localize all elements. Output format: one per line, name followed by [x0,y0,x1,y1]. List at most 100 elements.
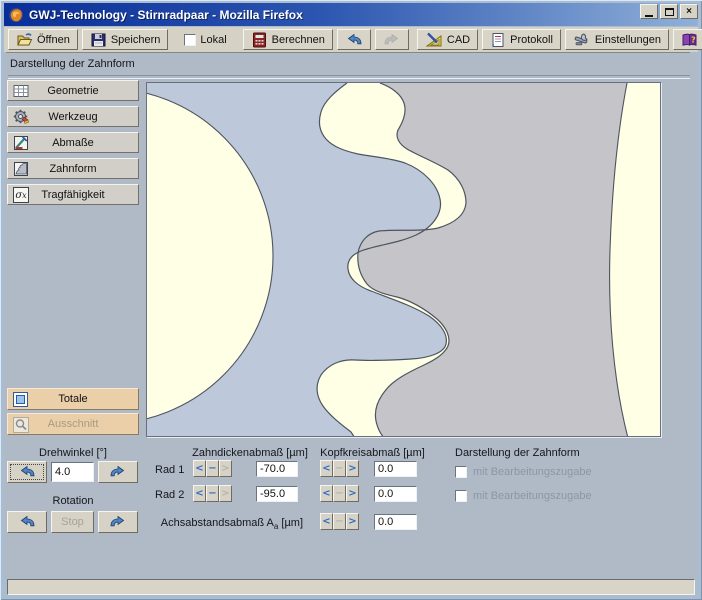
display-options-header: Darstellung der Zahnform [455,447,580,459]
decrement-button[interactable]: < [320,485,333,502]
local-label: Lokal [200,34,226,46]
rad1-thickness-input[interactable] [256,461,298,477]
status-bar [7,579,695,595]
rotation-stop-button[interactable]: Stop [51,511,94,533]
drehwinkel-input[interactable] [51,462,94,482]
increment-button[interactable]: > [219,460,232,477]
zahndicken-header: Zahndickenabmaß [µm] [170,447,330,459]
rad2-thickness-input[interactable] [256,486,298,502]
sidebar-label: Werkzeug [48,111,97,123]
decrement-button[interactable]: < [320,513,333,530]
reset-button[interactable]: − [333,485,346,502]
rad1-tip-input[interactable] [374,461,417,477]
rad1-tip-spinner: < − > [320,460,359,477]
minimize-button[interactable] [640,4,658,19]
save-button[interactable]: Speichern [82,29,169,50]
rad1-thickness-spinner: < − > [193,460,232,477]
open-button[interactable]: Öffnen [8,29,78,50]
undo-icon [345,33,363,47]
option1-checkbox[interactable] [455,466,467,478]
rotate-ccw-icon [18,465,36,479]
gear-mesh-drawing [147,83,660,436]
reset-button[interactable]: − [206,485,219,502]
window-controls: × [640,4,698,19]
reset-button[interactable]: − [333,513,346,530]
option2-label: mit Bearbeitungszugabe [473,490,592,502]
rotate-cw-step-button[interactable] [98,461,138,483]
magnifier-icon [13,417,29,433]
decrement-button[interactable]: < [193,485,206,502]
ausschnitt-button[interactable]: Ausschnitt [7,413,139,435]
calculator-icon [251,32,268,48]
increment-button[interactable]: > [346,460,359,477]
rotate-ccw-step-button[interactable] [7,461,47,483]
rad1-label: Rad 1 [155,464,184,476]
gear-mesh-canvas[interactable] [146,82,661,437]
totale-label: Totale [58,393,87,405]
rotation-ccw-icon [18,515,36,529]
sidebar-item-abmasse[interactable]: Abmaße [7,132,139,153]
settings-button[interactable]: Einstellungen [565,29,669,50]
calculate-button[interactable]: Berechnen [243,29,333,50]
save-floppy-icon [90,32,107,48]
window-title: GWJ-Technology - Stirnradpaar - Mozilla … [29,8,303,22]
svg-text:?: ? [691,35,696,44]
totale-button[interactable]: Totale [7,388,139,410]
sidebar-item-geometrie[interactable]: Geometrie [7,80,139,101]
rad2-tip-input[interactable] [374,486,417,502]
measure-drawing-icon [13,135,29,151]
sidebar-label: Abmaße [52,137,94,149]
option1-label: mit Bearbeitungszugabe [473,466,592,478]
achsabstand-label: Achsabstandsabmaß Aa [µm] [160,517,303,531]
reset-button[interactable]: − [206,460,219,477]
option2-row: mit Bearbeitungszugabe [455,490,592,502]
rotation-label: Rotation [7,495,139,507]
main-toolbar: Öffnen Speichern Lokal Berechnen [4,27,698,52]
protocol-document-icon [490,32,506,48]
open-label: Öffnen [37,34,70,46]
totale-icon [13,392,28,407]
local-checkbox[interactable] [184,34,196,46]
increment-button[interactable]: > [346,485,359,502]
protocol-button[interactable]: Protokoll [482,29,561,50]
sidebar-label: Zahnform [49,163,96,175]
sidebar-label: Geometrie [47,85,98,97]
increment-button[interactable]: > [346,513,359,530]
rotation-cw-icon [109,515,127,529]
minimize-icon [645,15,653,17]
gear2-shape [358,83,628,436]
rotation-cw-button[interactable] [98,511,138,533]
sidebar-item-werkzeug[interactable]: Werkzeug [7,106,139,127]
sidebar-label: Tragfähigkeit [41,189,104,201]
achsabstand-input[interactable] [374,514,417,530]
close-icon: × [686,6,692,17]
tool-gear-icon [13,109,29,125]
option1-row: mit Bearbeitungszugabe [455,466,592,478]
firefox-icon [8,7,24,23]
rotation-ccw-button[interactable] [7,511,47,533]
page-title: Darstellung der Zahnform [10,58,135,70]
achsabstand-spinner: < − > [320,513,359,530]
decrement-button[interactable]: < [193,460,206,477]
reset-button[interactable]: − [333,460,346,477]
rad2-label: Rad 2 [155,489,184,501]
cad-button[interactable]: CAD [417,29,478,50]
close-button[interactable]: × [680,4,698,19]
undo-button[interactable] [337,29,371,50]
save-label: Speichern [111,34,161,46]
sidebar-item-tragfaehigkeit[interactable]: σx Tragfähigkeit [7,184,139,205]
redo-button[interactable] [375,29,409,50]
help-button[interactable]: ? Hilfe [673,29,702,50]
decrement-button[interactable]: < [320,460,333,477]
sidebar-item-zahnform[interactable]: Zahnform [7,158,139,179]
increment-button[interactable]: > [219,485,232,502]
maximize-button[interactable] [660,4,678,19]
kopfkreis-header: Kopfkreisabmaß [µm] [310,447,435,459]
option2-checkbox[interactable] [455,490,467,502]
calculate-label: Berechnen [272,34,325,46]
sigma-icon: σx [13,187,29,203]
rotate-cw-icon [109,465,127,479]
cad-ruler-pencil-icon [425,32,443,48]
maximize-icon [665,8,674,16]
drehwinkel-label: Drehwinkel [°] [7,447,139,459]
